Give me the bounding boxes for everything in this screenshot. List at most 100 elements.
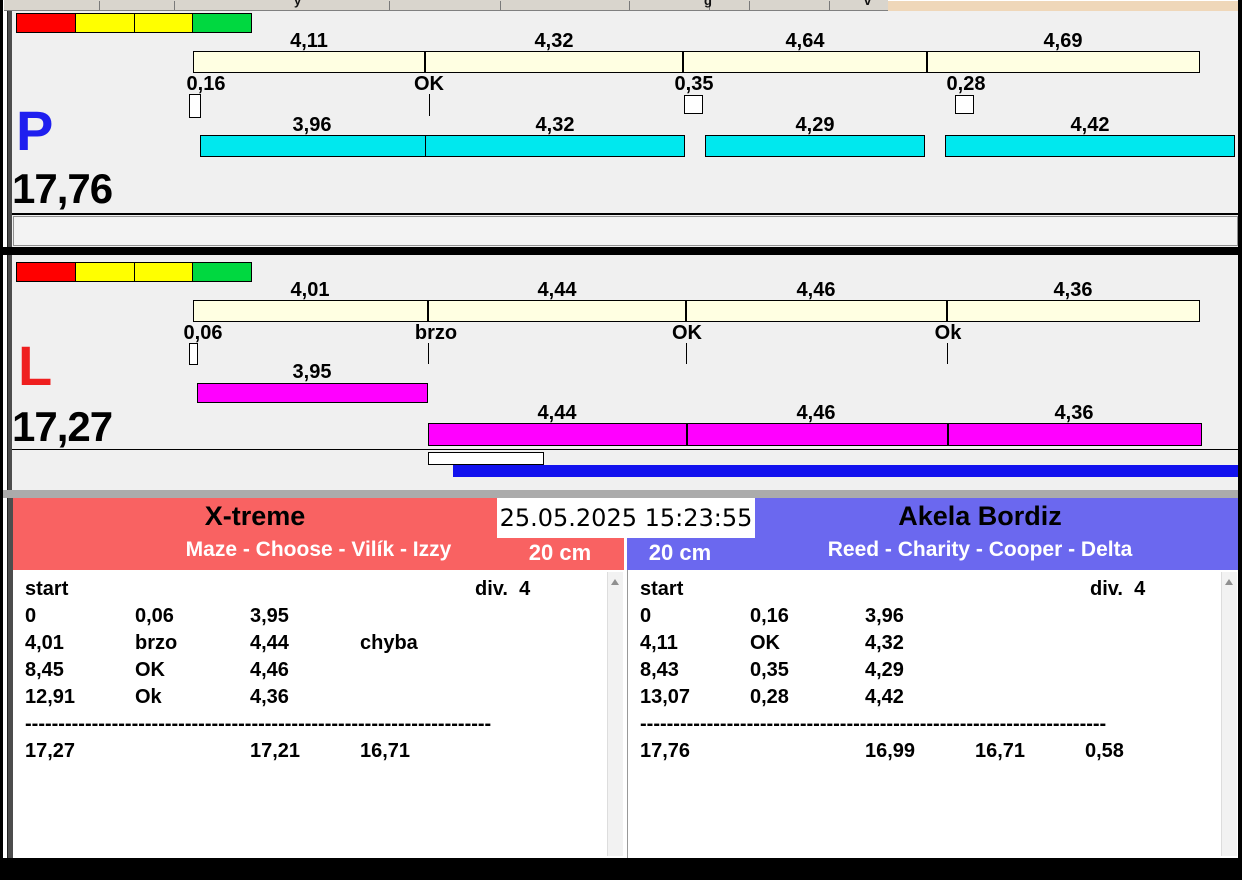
left-table-scrollbar[interactable] — [607, 572, 623, 856]
table-cell: 4,11 — [640, 632, 678, 654]
flyball-timing-window: y g v 4,11 4,32 4,64 4,69 0,16 OK 0,35 0… — [0, 0, 1242, 880]
table-cell: Ok — [135, 686, 162, 708]
dog-time-label: 4,44 — [537, 402, 577, 424]
right-results-table: start div. 4 0 0,16 3,96 4,11 OK 4,32 8,43 0,35… — [627, 570, 1238, 858]
toolbar-text-fragment: y — [294, 0, 302, 8]
start-label: start — [25, 578, 69, 600]
division-label: div. 4 — [475, 578, 531, 600]
right-table-scrollbar[interactable] — [1221, 572, 1237, 856]
exchange-checkbox[interactable] — [684, 95, 703, 114]
table-row: 4,01 brzo 4,44 chyba — [13, 632, 624, 659]
dog-time-label: 4,42 — [1070, 114, 1110, 136]
exchange-time-label: 0,35 — [674, 73, 714, 95]
dog-time-bar — [200, 135, 426, 157]
table-cell: 16,99 — [865, 740, 916, 762]
dog-time-bar — [425, 135, 685, 157]
exchange-time-label: Ok — [934, 322, 962, 344]
bar-divider — [686, 424, 688, 445]
table-row: 13,07 0,28 4,42 — [628, 686, 1238, 713]
exchange-tick — [686, 343, 687, 364]
table-cell: 3,96 — [865, 605, 904, 627]
bar-divider — [685, 301, 687, 321]
separator-row: ----------------------------------------… — [628, 713, 1238, 740]
lane-l-letter: L — [18, 334, 53, 397]
table-cell: 17,27 — [25, 740, 76, 762]
dog-time-bar — [705, 135, 925, 157]
bar-divider — [946, 301, 948, 321]
exchange-tick — [429, 94, 430, 116]
table-cell: 17,21 — [250, 740, 301, 762]
lane-divider-band — [3, 247, 1238, 255]
bar-divider — [682, 52, 684, 72]
table-cell: 0 — [640, 605, 652, 627]
toolbar-text-fragment: v — [864, 0, 872, 8]
exchange-time-label: brzo — [414, 322, 458, 344]
dog-time-label: 3,95 — [292, 361, 332, 383]
exchange-time-label: OK — [672, 322, 702, 344]
scroll-up-icon[interactable] — [1225, 579, 1233, 585]
split-time-label: 4,46 — [796, 279, 836, 301]
table-cell: chyba — [360, 632, 418, 654]
table-cell: 4,32 — [865, 632, 904, 654]
exchange-time-label: 0,28 — [946, 73, 986, 95]
toolbar-separator — [389, 1, 390, 10]
table-cell: 4,44 — [250, 632, 289, 654]
toolbar-separator — [749, 1, 750, 10]
table-cell: OK — [750, 632, 780, 654]
table-row: 0 0,16 3,96 — [628, 605, 1238, 632]
bar-divider — [947, 424, 949, 445]
toolbar-fragment[interactable]: y g v — [4, 0, 888, 11]
split-times-bar — [193, 51, 1200, 73]
dog-time-label: 4,36 — [1054, 402, 1094, 424]
right-team-height: 20 cm — [648, 540, 712, 565]
split-time-label: 4,69 — [1043, 30, 1083, 52]
exchange-time-label: OK — [414, 73, 444, 95]
clock-display: 25.05.2025 15:23:55 — [497, 498, 755, 538]
light-yellow-icon — [133, 14, 193, 32]
table-cell: 16,71 — [360, 740, 411, 762]
light-red-icon — [17, 14, 75, 32]
toolbar-separator — [99, 1, 100, 10]
table-cell: 4,01 — [25, 632, 64, 654]
divider-line — [12, 449, 1238, 450]
start-lights-bar — [16, 262, 252, 282]
table-cell: 8,45 — [25, 659, 64, 681]
table-cell: 0,58 — [1085, 740, 1124, 762]
split-time-label: 4,01 — [290, 279, 330, 301]
dog-time-bar — [945, 135, 1235, 157]
exchange-checkbox[interactable] — [189, 94, 201, 118]
table-cell: 4,46 — [250, 659, 289, 681]
exchange-tick — [428, 343, 429, 364]
left-team-height: 20 cm — [528, 540, 592, 565]
table-cell: OK — [135, 659, 165, 681]
lane-p-total-time: 17,76 — [12, 165, 113, 212]
pending-run-box — [428, 452, 544, 465]
exchange-time-label: 0,16 — [186, 73, 226, 95]
toolbar-text-fragment: g — [704, 0, 712, 8]
table-row: 17,76 16,99 16,71 0,58 — [628, 740, 1238, 767]
right-team-dogs: Reed - Charity - Cooper - Delta — [827, 538, 1133, 561]
blue-progress-bar — [453, 465, 1238, 477]
split-time-label: 4,36 — [1053, 279, 1093, 301]
table-rows: 0 0,06 3,95 4,01 brzo 4,44 chyba 8,45 OK 4,46 12,9… — [13, 605, 624, 713]
table-row: 4,11 OK 4,32 — [628, 632, 1238, 659]
exchange-checkbox[interactable] — [189, 343, 198, 365]
toolbar-separator — [629, 1, 630, 10]
start-label: start — [640, 578, 684, 600]
table-cell: brzo — [135, 632, 178, 654]
table-rows: 0 0,16 3,96 4,11 OK 4,32 8,43 0,35 4,29 13,07 0,28… — [628, 605, 1238, 713]
divider-line — [12, 213, 1238, 215]
toolbar-separator — [829, 1, 830, 10]
table-cell: 8,43 — [640, 659, 679, 681]
split-time-label: 4,11 — [290, 30, 328, 52]
bar-divider — [424, 52, 426, 72]
scroll-up-icon[interactable] — [611, 579, 619, 585]
exchange-checkbox[interactable] — [955, 95, 974, 114]
table-cell: 4,36 — [250, 686, 289, 708]
exchange-tick — [947, 343, 948, 364]
dashed-separator: ----------------------------------------… — [25, 713, 492, 735]
table-row: 12,91 Ok 4,36 — [13, 686, 624, 713]
totals-rows: 17,76 16,99 16,71 0,58 — [628, 740, 1238, 767]
bar-divider — [427, 301, 429, 321]
table-cell: 13,07 — [640, 686, 691, 708]
